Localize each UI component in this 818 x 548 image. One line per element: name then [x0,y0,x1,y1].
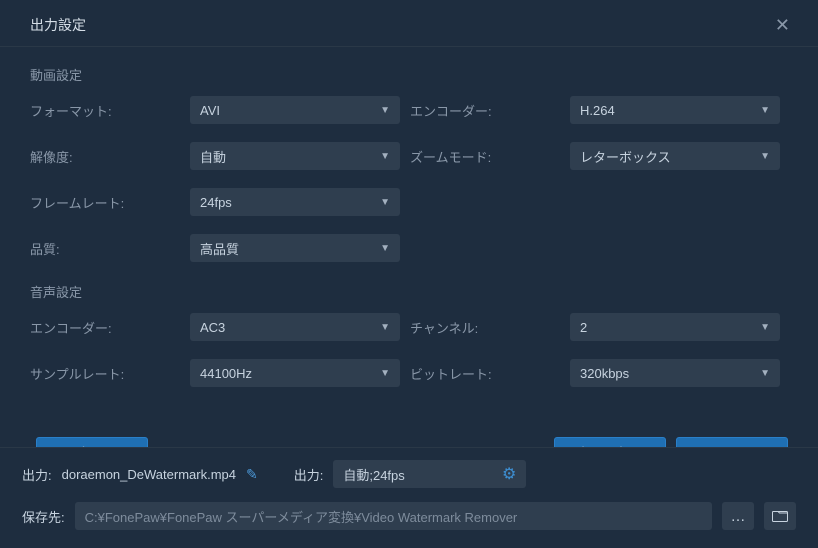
dialog-title: 出力設定 [30,15,86,35]
output-filename: doraemon_DeWatermark.mp4 [62,467,236,482]
quality-select[interactable]: 高品質 ▼ [190,234,400,262]
resolution-value: 自動 [200,147,226,166]
browse-button[interactable]: … [722,502,754,530]
zoom-select[interactable]: レターボックス ▼ [570,142,780,170]
dots-icon: … [731,508,746,525]
caret-down-icon: ▼ [380,197,390,208]
caret-down-icon: ▼ [380,368,390,379]
video-encoder-label: エンコーダー: [410,101,570,120]
output-label-1: 出力: [22,465,52,484]
quality-label: 品質: [30,239,190,258]
edit-filename-icon[interactable]: ✎ [246,466,258,483]
caret-down-icon: ▼ [760,368,770,379]
channel-value: 2 [580,320,587,335]
save-label: 保存先: [22,507,65,526]
output-label-2: 出力: [294,465,324,484]
resolution-label: 解像度: [30,147,190,166]
output-spec-value: 自動;24fps [343,465,404,484]
output-spec-box[interactable]: 自動;24fps ⚙ [333,460,526,488]
audio-encoder-label: エンコーダー: [30,318,190,337]
resolution-select[interactable]: 自動 ▼ [190,142,400,170]
gear-icon[interactable]: ⚙ [502,464,516,484]
samplerate-label: サンプルレート: [30,364,190,383]
caret-down-icon: ▼ [380,243,390,254]
caret-down-icon: ▼ [380,105,390,116]
caret-down-icon: ▼ [760,322,770,333]
video-encoder-value: H.264 [580,103,615,118]
format-value: AVI [200,103,220,118]
format-select[interactable]: AVI ▼ [190,96,400,124]
open-folder-button[interactable] [764,502,796,530]
channel-select[interactable]: 2 ▼ [570,313,780,341]
save-path-value: C:¥FonePaw¥FonePaw スーパーメディア変換¥Video Wate… [85,507,518,526]
bitrate-label: ビットレート: [410,364,570,383]
framerate-select[interactable]: 24fps ▼ [190,188,400,216]
zoom-value: レターボックス [580,147,671,166]
channel-label: チャンネル: [410,318,570,337]
format-label: フォーマット: [30,101,190,120]
bitrate-value: 320kbps [580,366,629,381]
zoom-label: ズームモード: [410,147,570,166]
save-path-input[interactable]: C:¥FonePaw¥FonePaw スーパーメディア変換¥Video Wate… [75,502,712,530]
audio-encoder-select[interactable]: AC3 ▼ [190,313,400,341]
folder-icon [772,510,788,522]
caret-down-icon: ▼ [380,322,390,333]
close-icon[interactable]: ✕ [769,14,796,36]
framerate-value: 24fps [200,195,232,210]
framerate-label: フレームレート: [30,193,190,212]
caret-down-icon: ▼ [760,151,770,162]
caret-down-icon: ▼ [380,151,390,162]
samplerate-select[interactable]: 44100Hz ▼ [190,359,400,387]
audio-encoder-value: AC3 [200,320,225,335]
audio-section-label: 音声設定 [30,282,788,301]
quality-value: 高品質 [200,239,239,258]
video-section-label: 動画設定 [30,65,788,84]
bitrate-select[interactable]: 320kbps ▼ [570,359,780,387]
samplerate-value: 44100Hz [200,366,252,381]
caret-down-icon: ▼ [760,105,770,116]
video-encoder-select[interactable]: H.264 ▼ [570,96,780,124]
